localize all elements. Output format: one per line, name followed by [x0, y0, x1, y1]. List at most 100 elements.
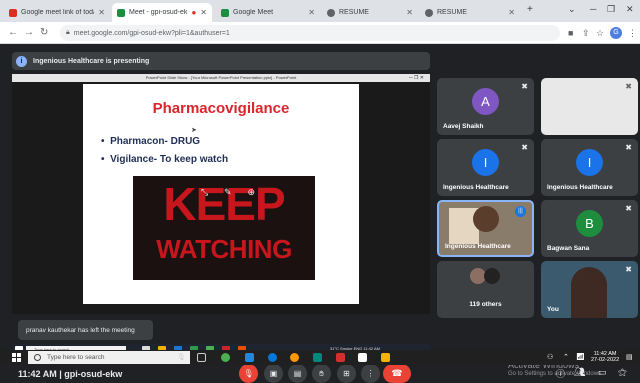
- present-button[interactable]: ⊞: [337, 364, 356, 383]
- participant-name: Aavej Shaikh: [443, 123, 484, 130]
- camera-icon[interactable]: ■: [568, 28, 573, 38]
- tab-google-meet[interactable]: Google Meet ✕: [216, 3, 320, 22]
- tab-search-icon[interactable]: ⌄: [568, 4, 576, 15]
- close-icon[interactable]: ✕: [406, 8, 413, 17]
- tab-label: Meet - gpi-osud-ekw: [129, 9, 188, 16]
- windows-start-button[interactable]: [12, 353, 21, 362]
- avatar: A: [472, 88, 499, 115]
- tab-meet[interactable]: Meet - gpi-osud-ekw ● ✕: [112, 3, 212, 22]
- slide: Pharmacovigilance ➤ • Pharmacon- DRUG • …: [83, 84, 359, 304]
- person-video: [473, 206, 499, 232]
- speaking-icon: |||: [515, 206, 526, 217]
- forward-icon[interactable]: →: [24, 27, 34, 38]
- participant-tile-ingenious-2[interactable]: ✖ I Ingenious Healthcare: [541, 139, 638, 196]
- more-options-button[interactable]: ⋮: [361, 364, 380, 383]
- reload-icon[interactable]: ↻: [40, 27, 48, 38]
- globe-icon: [327, 8, 335, 17]
- participant-tile-others[interactable]: 119 others: [437, 261, 534, 318]
- tab-google-meet-link[interactable]: Google meet link of today p ✕: [4, 3, 110, 22]
- notification-toast: pranav kauthekar has left the meeting: [18, 320, 153, 340]
- chrome-icon[interactable]: [221, 353, 230, 362]
- avatar: I: [472, 149, 499, 176]
- image-text-watching: WATCHING: [156, 234, 292, 264]
- url-input[interactable]: 🔒︎ meet.google.com/gpi-osud-ekw?pli=1&au…: [60, 25, 560, 41]
- new-tab-button[interactable]: +: [527, 4, 533, 15]
- globe-icon: [425, 8, 433, 17]
- edge-icon[interactable]: [268, 353, 277, 362]
- slide-title: Pharmacovigilance: [152, 100, 290, 117]
- more-options-icon[interactable]: ⊕: [247, 187, 255, 198]
- participant-tile-blurred[interactable]: ✖: [541, 78, 638, 135]
- meeting-details: 11:42 AM | gpi-osud-ekw: [18, 369, 122, 379]
- info-button[interactable]: ⓘ: [556, 367, 565, 380]
- file-explorer-icon[interactable]: [381, 353, 390, 362]
- pointer-icon[interactable]: ⤡: [201, 187, 208, 198]
- taskbar-search-input[interactable]: Type here to search: [28, 351, 190, 364]
- mic-off-icon: ✖: [625, 265, 632, 274]
- presenting-text: Ingenious Healthcare is presenting: [33, 57, 150, 65]
- task-view-icon[interactable]: [197, 353, 206, 362]
- microphone-icon[interactable]: 🎙︎: [177, 353, 186, 362]
- participant-tile-ingenious-1[interactable]: ✖ I Ingenious Healthcare: [437, 139, 534, 196]
- meeting-separator: |: [59, 369, 62, 379]
- slide-controls: ⤡ ✎ ⊕: [193, 184, 263, 200]
- tab-label: RESUME: [437, 9, 467, 16]
- share-icon[interactable]: ⇪: [582, 28, 590, 39]
- url-text: meet.google.com/gpi-osud-ekw?pli=1&authu…: [73, 29, 230, 37]
- window-controls-icon: ─ ❐ ✕: [409, 75, 424, 81]
- meet-icon: [221, 8, 229, 17]
- back-icon[interactable]: ←: [8, 27, 18, 38]
- info-icon: i: [16, 55, 27, 67]
- close-icon[interactable]: ✕: [200, 8, 207, 17]
- app-icon[interactable]: [245, 353, 254, 362]
- lock-icon: 🔒︎: [66, 29, 70, 36]
- pen-icon[interactable]: ✎: [224, 187, 232, 198]
- bookmark-star-icon[interactable]: ☆: [596, 28, 604, 39]
- mic-toggle-button[interactable]: 🎙︎: [239, 364, 258, 383]
- camera-toggle-button[interactable]: ▣: [264, 364, 283, 383]
- participant-tile-you[interactable]: ✖ You: [541, 261, 638, 318]
- slideshow-title-bar: PowerPoint Slide Show - [Your Microsoft …: [12, 74, 430, 82]
- chat-icon[interactable]: ▭: [598, 367, 607, 378]
- tab-resume-1[interactable]: RESUME ✕: [322, 3, 418, 22]
- store-icon[interactable]: [313, 353, 322, 362]
- clock-date: 27-02-2022: [591, 357, 620, 363]
- notifications-icon[interactable]: ▤: [626, 353, 633, 361]
- captions-button[interactable]: ▤: [288, 364, 307, 383]
- taskbar-search-placeholder: Type here to search: [47, 354, 105, 361]
- end-call-button[interactable]: ☎︎: [383, 364, 411, 383]
- participant-tile-bagwan[interactable]: ✖ B Bagwan Sana: [541, 200, 638, 257]
- profile-avatar[interactable]: G: [610, 27, 622, 39]
- close-icon[interactable]: ✕: [308, 8, 315, 17]
- avatar: B: [576, 210, 603, 237]
- participant-name: You: [547, 306, 559, 313]
- people-icon[interactable]: 👥︎: [574, 367, 585, 378]
- participant-tile-ingenious-video[interactable]: ||| Ingenious Healthcare: [437, 200, 534, 257]
- close-icon[interactable]: ✕: [98, 8, 105, 17]
- chevron-up-icon[interactable]: ⌃: [563, 353, 569, 361]
- maximize-icon[interactable]: ❐: [607, 4, 615, 15]
- tab-label: Google meet link of today p: [21, 9, 94, 16]
- participant-tile-aavej[interactable]: ✖ A Aavej Shaikh: [437, 78, 534, 135]
- mic-off-icon: ✖: [625, 82, 632, 91]
- close-window-icon[interactable]: ✕: [626, 4, 634, 15]
- meeting-time: 11:42 AM: [18, 369, 57, 379]
- activities-icon[interactable]: ⚝: [618, 367, 627, 378]
- tab-resume-2[interactable]: RESUME ✕: [420, 3, 520, 22]
- close-icon[interactable]: ✕: [508, 8, 515, 17]
- gmail-icon: [9, 8, 17, 17]
- network-icon[interactable]: 📶︎: [576, 353, 585, 361]
- minimize-icon[interactable]: ─: [590, 4, 596, 14]
- raise-hand-button[interactable]: ✋︎: [312, 364, 331, 383]
- taskbar-clock[interactable]: 11:42 AM 27-02-2022: [591, 351, 619, 363]
- avatar: I: [576, 149, 603, 176]
- acrobat-icon[interactable]: [336, 353, 345, 362]
- slide-bullet: • Pharmacon- DRUG: [101, 136, 201, 147]
- participant-name: Bagwan Sana: [547, 245, 590, 252]
- tab-label: RESUME: [339, 9, 369, 16]
- menu-icon[interactable]: ⋮: [628, 28, 637, 39]
- firefox-icon[interactable]: [290, 353, 299, 362]
- participant-name: Ingenious Healthcare: [547, 184, 613, 191]
- people-tray-icon[interactable]: ⚇: [547, 353, 553, 361]
- notepad-icon[interactable]: [358, 353, 367, 362]
